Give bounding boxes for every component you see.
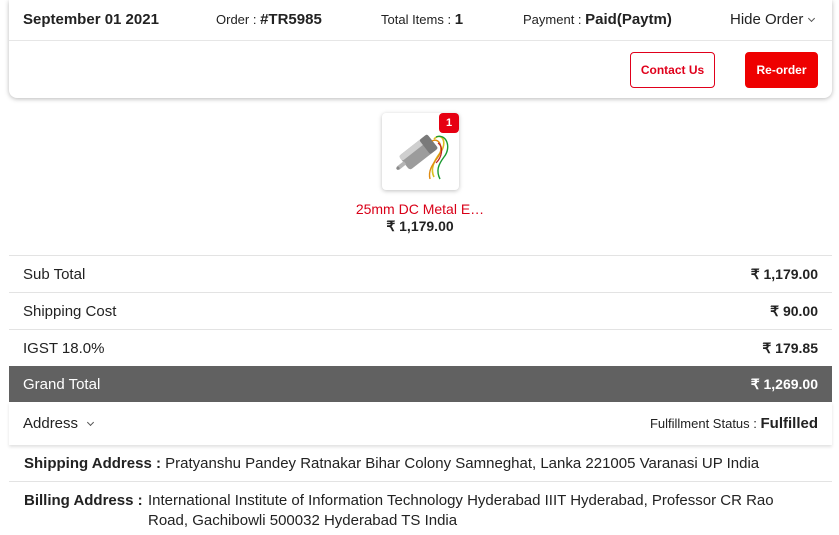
shipping-cost-label: Shipping Cost <box>23 302 117 320</box>
subtotal-row: Sub Total ₹ 1,179.00 <box>9 255 832 292</box>
subtotal-value: ₹ 1,179.00 <box>750 265 818 282</box>
address-toggle-label: Address <box>23 415 79 432</box>
grand-total-row: Grand Total ₹ 1,269.00 <box>9 366 832 403</box>
billing-address-label: Billing Address : <box>24 492 143 509</box>
order-label: Order : <box>216 12 261 27</box>
address-divider <box>9 481 832 482</box>
address-row: Address Fulfillment Status : Fulfilled <box>9 402 832 445</box>
fulfillment-value: Fulfilled <box>760 415 819 432</box>
order-meta-row: September 01 2021 Order : #TR5985 Total … <box>9 0 832 41</box>
shipping-cost-value: ₹ 90.00 <box>770 302 818 319</box>
fulfillment-status: Fulfillment Status : Fulfilled <box>650 415 818 432</box>
order-date: September 01 2021 <box>23 11 159 28</box>
chevron-down-icon <box>808 14 816 22</box>
grand-total-label: Grand Total <box>23 376 101 393</box>
order-header-card: September 01 2021 Order : #TR5985 Total … <box>9 0 832 98</box>
igst-label: IGST 18.0% <box>23 339 105 357</box>
shipping-address-text: Pratyanshu Pandey Ratnakar Bihar Colony … <box>165 455 760 472</box>
payment-label: Payment : <box>523 12 586 27</box>
reorder-button[interactable]: Re-order <box>745 52 818 88</box>
items-value: 1 <box>454 11 464 28</box>
total-items: Total Items : 1 <box>381 11 463 28</box>
payment-value: Paid(Paytm) <box>585 11 672 28</box>
quantity-badge: 1 <box>439 113 459 133</box>
order-number: Order : #TR5985 <box>216 11 322 28</box>
items-label: Total Items : <box>381 12 455 27</box>
payment-status: Payment : Paid(Paytm) <box>523 11 672 28</box>
igst-row: IGST 18.0% ₹ 179.85 <box>9 329 832 366</box>
product-name-link[interactable]: 25mm DC Metal E… <box>300 201 540 217</box>
fulfillment-label: Fulfillment Status : <box>649 416 761 431</box>
subtotal-label: Sub Total <box>23 265 86 283</box>
chevron-down-icon <box>86 418 95 426</box>
address-toggle[interactable]: Address <box>23 415 95 432</box>
shipping-cost-row: Shipping Cost ₹ 90.00 <box>9 292 832 329</box>
billing-address-text: International Institute of Information T… <box>148 492 774 529</box>
contact-us-button[interactable]: Contact Us <box>630 52 715 88</box>
shipping-address-label: Shipping Address : <box>24 455 166 472</box>
hide-order-label: Hide Order <box>730 11 804 28</box>
product-price: ₹ 1,179.00 <box>386 218 454 234</box>
grand-total-value: ₹ 1,269.00 <box>750 376 818 392</box>
order-value: #TR5985 <box>260 11 322 28</box>
hide-order-toggle[interactable]: Hide Order <box>730 11 816 28</box>
shipping-address: Shipping Address : Pratyanshu Pandey Rat… <box>24 454 759 474</box>
igst-value: ₹ 179.85 <box>762 339 818 356</box>
